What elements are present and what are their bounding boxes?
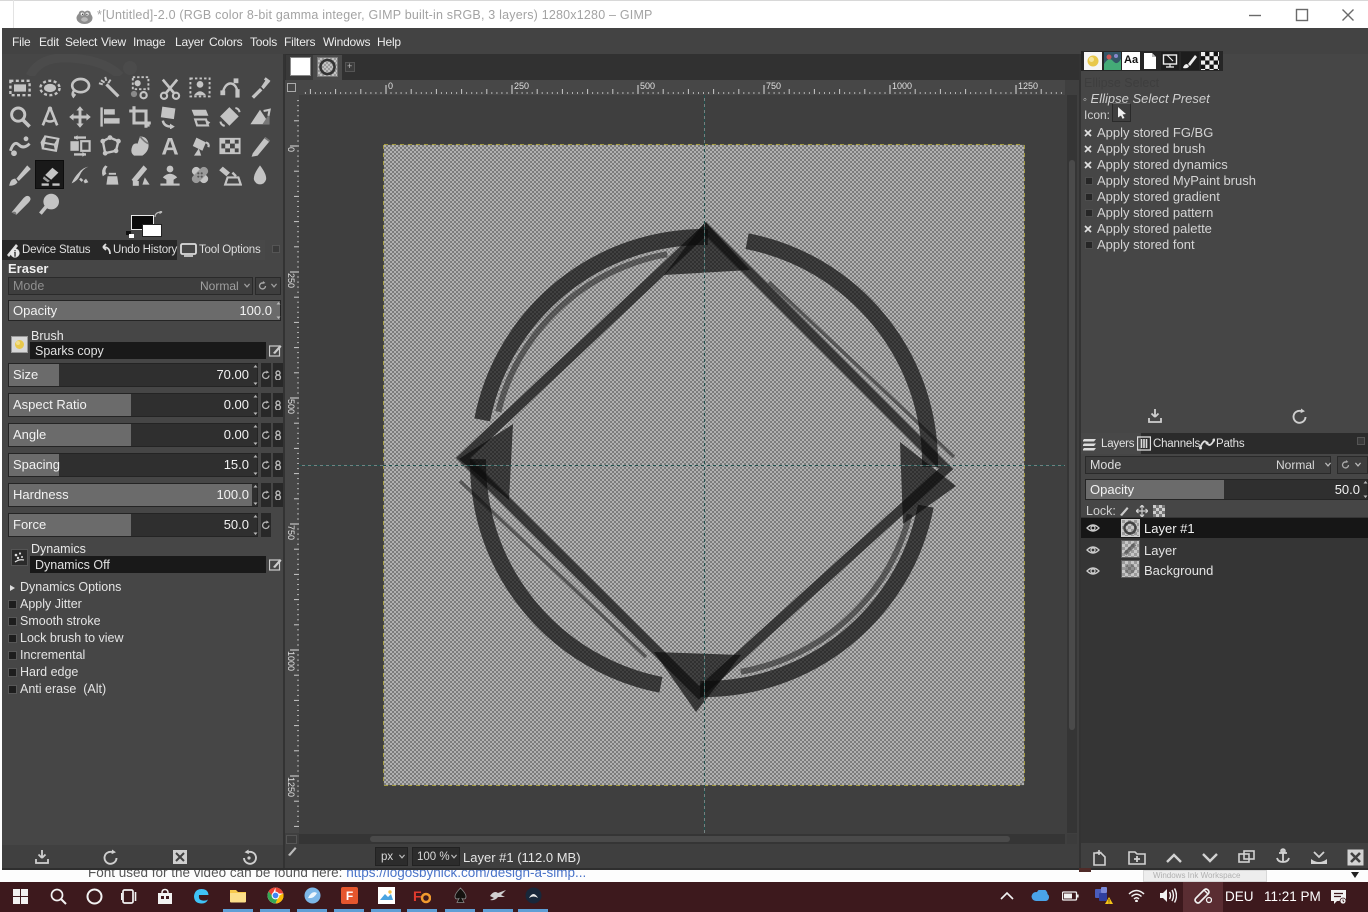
svg-text:F: F — [413, 888, 422, 904]
svg-text:F: F — [346, 889, 353, 903]
svg-text:A: A — [161, 134, 178, 158]
svg-text:!: ! — [1108, 899, 1110, 905]
